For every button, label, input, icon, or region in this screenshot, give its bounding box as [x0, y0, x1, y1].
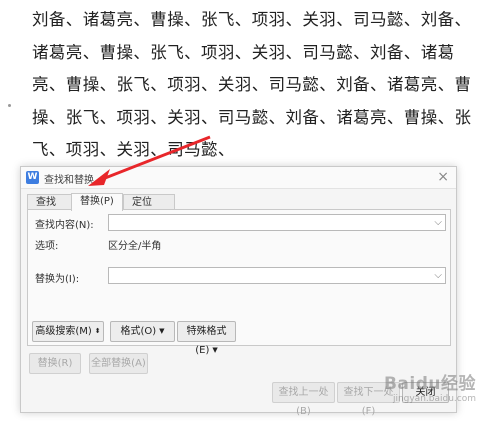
options-value: 区分全/半角 [108, 241, 162, 252]
chevron-down-icon: ▼ [159, 327, 165, 335]
document-body-text: 刘备、诸葛亮、曹操、张飞、项羽、关羽、司马懿、刘备、诸葛亮、曹操、张飞、项羽、关… [32, 10, 472, 159]
dialog-title: 查找和替换 [44, 175, 94, 186]
chevron-updown-icon: ⬍ [94, 327, 101, 335]
app-icon: W [26, 171, 39, 184]
find-label: 查找内容(N): [35, 220, 94, 231]
special-format-label: 特殊格式(E) [186, 326, 227, 356]
advanced-search-label: 高级搜索(M) [35, 326, 92, 337]
replace-label: 替换为(I): [35, 274, 80, 285]
watermark-text: Baidu经验 [383, 374, 476, 394]
replace-dropdown-icon[interactable]: ⌵ [434, 268, 442, 283]
watermark: Baidu经验 jingyan.baidu.com [384, 369, 476, 404]
tab-goto[interactable]: 定位(G) [123, 194, 175, 223]
replace-button[interactable]: 替换(R) [29, 353, 81, 374]
replace-panel: 查找内容(N): ⌵ 选项: 区分全/半角 替换为(I): ⌵ 高级搜索(M) ⬍… [27, 209, 451, 356]
chevron-down-icon: ▼ [212, 346, 218, 354]
replace-input[interactable]: ⌵ [108, 267, 446, 284]
replace-all-button[interactable]: 全部替换(A) [89, 353, 148, 374]
tab-replace[interactable]: 替换(P) [71, 193, 123, 211]
options-label: 选项: [35, 241, 59, 252]
special-format-button[interactable]: 特殊格式(E) ▼ [177, 321, 236, 356]
watermark-subtext: jingyan.baidu.com [392, 394, 476, 404]
find-dropdown-icon[interactable]: ⌵ [434, 215, 442, 230]
dialog-titlebar[interactable]: W 查找和替换 × [21, 167, 456, 189]
find-previous-button[interactable]: 查找上一处(B) [272, 382, 335, 417]
find-input[interactable]: ⌵ [108, 214, 446, 231]
format-label: 格式(O) [120, 326, 157, 337]
format-button[interactable]: 格式(O) ▼ [110, 321, 175, 342]
paragraph-mark [8, 104, 11, 107]
advanced-search-button[interactable]: 高级搜索(M) ⬍ [32, 321, 104, 342]
close-icon[interactable]: × [437, 169, 449, 185]
